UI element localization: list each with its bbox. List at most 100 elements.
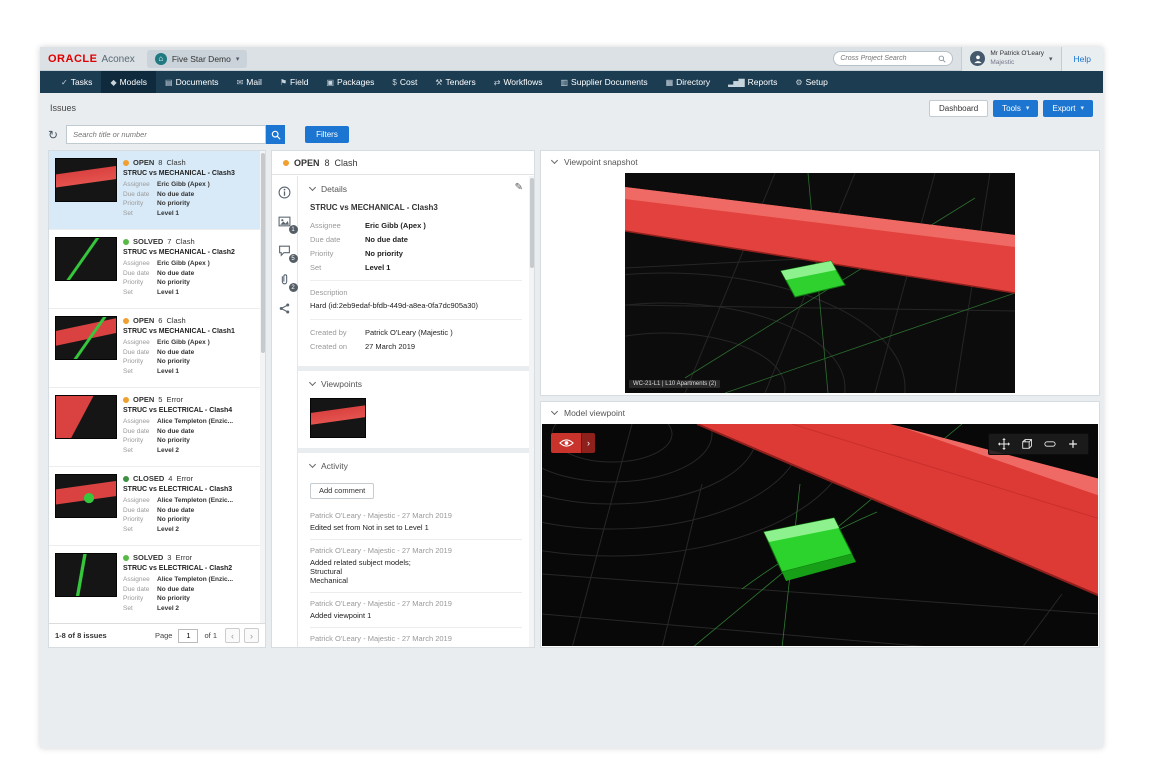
nav-tab-setup[interactable]: ⚙ Setup: [786, 71, 836, 93]
caret-down-icon: ▾: [1080, 105, 1084, 112]
activity-entry: Patrick O'Leary - Majestic - 27 March 20…: [310, 505, 522, 540]
cross-project-search[interactable]: [833, 51, 954, 66]
eye-icon: [558, 439, 574, 447]
issue-card-7[interactable]: SOLVED 7 Clash STRUC vs MECHANICAL - Clash2…: [49, 230, 265, 309]
eye-button[interactable]: [551, 433, 581, 453]
issue-status: CLOSED: [133, 474, 165, 483]
nav-tab-tenders[interactable]: ⚒ Tenders: [426, 71, 484, 93]
nav-tab-reports[interactable]: ▂▅▇ Reports: [719, 71, 786, 93]
help-button[interactable]: Help: [1061, 47, 1103, 71]
issue-card-3[interactable]: SOLVED 3 Error STRUC vs ELECTRICAL - Clash2…: [49, 546, 265, 623]
search-icon: [271, 130, 281, 140]
nav-tab-tasks[interactable]: ✓ Tasks: [52, 71, 101, 93]
tasks-icon: ✓: [61, 77, 68, 87]
search-button[interactable]: [266, 125, 286, 144]
activity-entry: Patrick O'Leary - Majestic - 27 March 20…: [310, 540, 522, 593]
issue-card-4[interactable]: CLOSED 4 Error STRUC vs ELECTRICAL - Clash3…: [49, 467, 265, 546]
user-menu[interactable]: Mr Patrick O'Leary Majestic ▾: [961, 47, 1062, 71]
nav-tab-field[interactable]: ⚑ Field: [271, 71, 318, 93]
model-viewpoint-header[interactable]: Model viewpoint: [541, 402, 1099, 424]
search-icon[interactable]: [938, 55, 947, 63]
dashboard-button[interactable]: Dashboard: [929, 99, 989, 117]
edit-icon[interactable]: ✎: [515, 182, 523, 193]
detail-type: Clash: [334, 157, 358, 168]
nav-tab-directory[interactable]: ▦ Directory: [657, 71, 720, 93]
tools-button[interactable]: Tools ▾: [993, 99, 1039, 117]
cube-icon[interactable]: [1021, 438, 1033, 450]
details-section-header[interactable]: Details: [308, 183, 522, 194]
issue-number: 8: [158, 158, 163, 167]
expand-arrow-button[interactable]: ›: [581, 433, 595, 453]
issue-detail-header: OPEN 8 Clash: [272, 151, 534, 175]
page-input[interactable]: [178, 628, 199, 643]
add-comment-button[interactable]: Add comment: [310, 482, 375, 499]
nav-tab-packages[interactable]: ▣ Packages: [317, 71, 383, 93]
status-dot: [123, 317, 129, 324]
created-on-value: 27 March 2019: [365, 342, 416, 351]
issue-title: STRUC vs ELECTRICAL - Clash4: [123, 407, 233, 414]
cross-project-search-input[interactable]: [840, 55, 939, 62]
model-viewpoint-section: Model viewpoint ›: [540, 401, 1100, 648]
created-by-value: Patrick O'Leary (Majestic ): [365, 328, 453, 337]
viewpoint-snapshot-image[interactable]: WC-21-L1 | L10 Apartments (2): [424, 172, 1016, 504]
directory-icon: ▦: [665, 77, 674, 87]
issue-type: Error: [166, 395, 184, 404]
issue-search-input[interactable]: [67, 126, 266, 143]
activity-section-header[interactable]: Activity: [308, 460, 522, 471]
user-org: Majestic: [990, 58, 1015, 66]
visibility-controls: ›: [551, 433, 595, 453]
model-3d-viewport[interactable]: ›: [542, 424, 1098, 646]
rail-viewpoints-icon[interactable]: 1: [278, 215, 298, 234]
chevron-down-icon: [550, 407, 559, 416]
rail-related-models-icon[interactable]: [278, 302, 292, 316]
issue-status: SOLVED: [133, 553, 164, 562]
viewpoint-snapshot-header[interactable]: Viewpoint snapshot: [541, 151, 1099, 173]
nav-tab-cost[interactable]: $ Cost: [383, 71, 426, 93]
detail-scrollbar[interactable]: [529, 176, 534, 647]
issue-card-6[interactable]: OPEN 6 Clash STRUC vs MECHANICAL - Clash1 As…: [49, 309, 265, 388]
project-name: Five Star Demo: [171, 53, 231, 64]
project-selector[interactable]: ⌂ Five Star Demo ▾: [146, 49, 248, 68]
issue-card-5[interactable]: OPEN 5 Error STRUC vs ELECTRICAL - Clash4 As…: [49, 388, 265, 467]
nav-tab-mail[interactable]: ✉ Mail: [228, 71, 271, 93]
rail-comments-icon[interactable]: 5: [278, 244, 298, 263]
description-value: Hard (id:2eb9edaf-bfdb-449d-a8ea-0fa7dc9…: [310, 301, 479, 310]
rail-attachments-icon[interactable]: 2: [278, 273, 298, 292]
issue-thumbnail: [55, 316, 117, 360]
field-icon: ⚑: [279, 77, 287, 87]
issue-type: Error: [176, 474, 194, 483]
issue-status: OPEN: [133, 395, 155, 404]
nav-tab-workflows[interactable]: ⇄ Workflows: [485, 71, 552, 93]
issue-type: Clash: [166, 316, 186, 325]
measure-icon[interactable]: [1044, 438, 1056, 450]
chevron-down-icon: [308, 378, 317, 387]
issue-number: 7: [167, 237, 172, 246]
filters-button[interactable]: Filters: [305, 126, 349, 143]
rail-info-icon[interactable]: [278, 186, 292, 200]
prev-page-button[interactable]: ‹: [225, 628, 240, 643]
subheader: Issues Dashboard Tools ▾ Export ▾: [40, 93, 1103, 123]
nav-tab-supplier-documents[interactable]: ▥ Supplier Documents: [551, 71, 656, 93]
issues-scrollbar[interactable]: [260, 151, 265, 623]
avatar: [970, 51, 986, 66]
viewpoints-section-header[interactable]: Viewpoints: [308, 378, 522, 389]
issue-status: OPEN: [133, 158, 155, 167]
nav-tab-documents[interactable]: ▤ Documents: [156, 71, 228, 93]
tenders-icon: ⚒: [435, 77, 442, 87]
status-dot: [123, 238, 129, 245]
export-button[interactable]: Export ▾: [1043, 99, 1093, 117]
nav-tab-models[interactable]: ◆ Models: [101, 71, 156, 93]
issue-thumbnail: [55, 553, 117, 597]
refresh-icon[interactable]: ↻: [48, 129, 58, 141]
activity-entry: Patrick O'Leary - Majestic - 27 March 20…: [310, 633, 486, 648]
workflows-icon: ⇄: [493, 77, 501, 87]
pan-icon[interactable]: [998, 438, 1010, 450]
aconex-app: ORACLE Aconex ⌂ Five Star Demo ▾ Mr Patr…: [40, 47, 1103, 748]
next-page-button[interactable]: ›: [244, 628, 259, 643]
viewpoints-count-badge: 1: [288, 225, 298, 234]
viewpoint-thumbnail[interactable]: [310, 398, 366, 438]
issue-card-8[interactable]: OPEN 8 Clash STRUC vs MECHANICAL - Clash3 As…: [49, 151, 265, 230]
issue-search: [66, 125, 267, 144]
issues-list-panel: OPEN 8 Clash STRUC vs MECHANICAL - Clash3 As…: [48, 150, 266, 648]
zoom-in-icon[interactable]: [1067, 438, 1079, 450]
